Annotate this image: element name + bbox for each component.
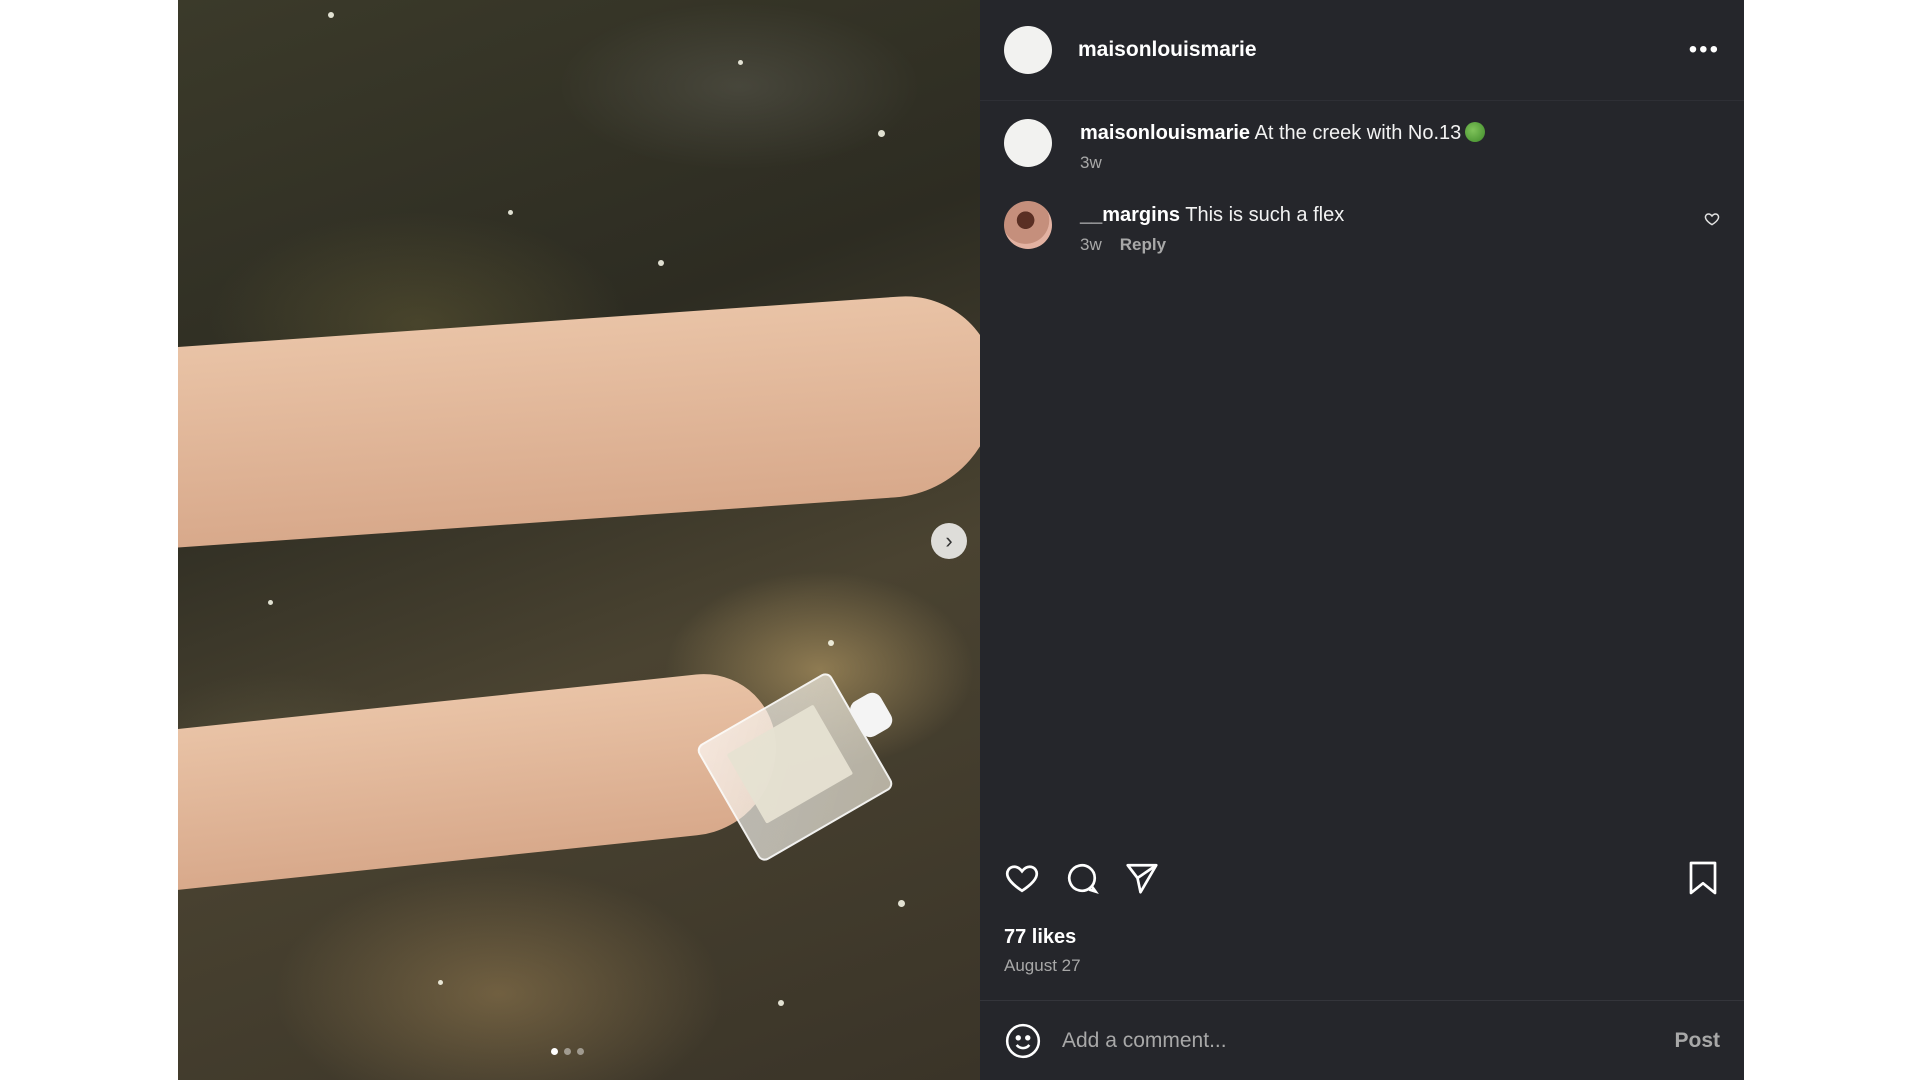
water-sparkle: [508, 210, 513, 215]
comment-line: __margins This is such a flex: [1080, 201, 1344, 229]
water-sparkle: [828, 640, 834, 646]
upper-arm: [178, 290, 980, 550]
bookmark-icon[interactable]: [1686, 860, 1720, 896]
post-side-panel: maisonlouismarie ••• maisonlouismarie At…: [980, 0, 1744, 1080]
likes-count[interactable]: 77 likes: [1004, 926, 1076, 949]
comment-text: This is such a flex: [1185, 204, 1345, 226]
comment-body: maisonlouismarie At the creek with No.13…: [1080, 119, 1486, 173]
comment-username[interactable]: __margins: [1080, 204, 1180, 226]
tree-emoji-icon: [1465, 122, 1486, 142]
comment-form: Post: [980, 1000, 1744, 1081]
carousel-dots: [551, 1048, 584, 1055]
post-image: ›: [178, 0, 980, 1080]
caption-line: maisonlouismarie At the creek with No.13: [1080, 119, 1486, 147]
comment-time[interactable]: 3w: [1080, 235, 1102, 255]
caption-meta: 3w: [1080, 153, 1485, 173]
water-sparkle: [878, 130, 885, 137]
comment-body: __margins This is such a flex 3w Reply: [1080, 201, 1344, 255]
avatar[interactable]: [1004, 201, 1052, 249]
comments-list: maisonlouismarie At the creek with No.13…: [980, 101, 1744, 255]
water-sparkle: [898, 900, 905, 907]
avatar[interactable]: [1004, 26, 1052, 74]
share-icon[interactable]: [1124, 860, 1160, 896]
bottle-label: [726, 704, 854, 824]
post-button[interactable]: Post: [1674, 1029, 1720, 1053]
chevron-right-icon: ›: [945, 528, 953, 553]
carousel-next-button[interactable]: ›: [931, 523, 967, 559]
post-date: August 27: [1004, 956, 1081, 975]
water-sparkle: [328, 12, 334, 18]
caption-text: At the creek with No.13: [1254, 122, 1462, 144]
post-actions: [1004, 860, 1720, 896]
post-modal: › maisonlouismarie ••• maisonlouismarie …: [178, 0, 1744, 1080]
water-sparkle: [438, 980, 443, 985]
caption-time[interactable]: 3w: [1080, 153, 1102, 173]
emoji-icon[interactable]: [1004, 1022, 1042, 1060]
heart-icon[interactable]: [1004, 860, 1040, 896]
caption: maisonlouismarie At the creek with No.13…: [1004, 119, 1720, 173]
heart-icon[interactable]: [1704, 211, 1720, 232]
comment-icon[interactable]: [1064, 860, 1100, 896]
reply-button[interactable]: Reply: [1120, 235, 1166, 255]
comment-input[interactable]: [1060, 1028, 1675, 1054]
list-item: __margins This is such a flex 3w Reply: [1004, 201, 1720, 255]
carousel-dot: [577, 1048, 584, 1055]
water-sparkle: [778, 1000, 784, 1006]
caption-username[interactable]: maisonlouismarie: [1080, 122, 1250, 144]
water-sparkle: [268, 600, 273, 605]
bottle-cap: [846, 689, 896, 741]
lower-arm: [178, 666, 785, 894]
carousel-dot: [564, 1048, 571, 1055]
header-username[interactable]: maisonlouismarie: [1078, 38, 1257, 62]
avatar[interactable]: [1004, 119, 1052, 167]
carousel-dot: [551, 1048, 558, 1055]
water-sparkle: [658, 260, 664, 266]
more-icon[interactable]: •••: [1689, 36, 1720, 64]
post-header: maisonlouismarie •••: [980, 0, 1744, 101]
comment-meta: 3w Reply: [1080, 235, 1344, 255]
water-sparkle: [738, 60, 743, 65]
